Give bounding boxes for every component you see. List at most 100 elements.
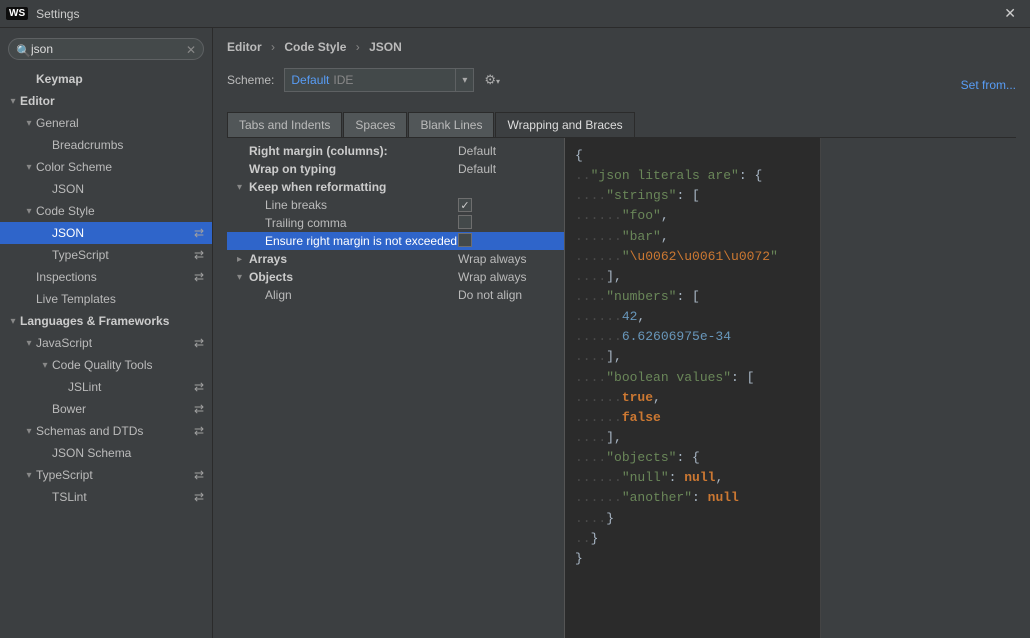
settings-tree[interactable]: Keymap▾Editor▾GeneralBreadcrumbs▾Color S… bbox=[0, 68, 212, 638]
scope-icon: ⇄ bbox=[194, 468, 204, 482]
close-icon[interactable]: ✕ bbox=[996, 3, 1024, 24]
tree-item[interactable]: ▾Languages & Frameworks bbox=[0, 310, 212, 332]
scope-icon: ⇄ bbox=[194, 380, 204, 394]
scheme-name: Default bbox=[291, 73, 329, 87]
option-row[interactable]: Right margin (columns):Default bbox=[227, 142, 564, 160]
checkbox[interactable] bbox=[458, 233, 472, 247]
chevron-down-icon[interactable]: ▾ bbox=[22, 162, 36, 173]
tab-blank-lines[interactable]: Blank Lines bbox=[408, 112, 494, 137]
chevron-down-icon[interactable]: ▾ bbox=[22, 470, 36, 481]
code-preview: { .."json literals are": { ...."strings"… bbox=[565, 138, 821, 638]
tree-item[interactable]: Keymap bbox=[0, 68, 212, 90]
chevron-right-icon: › bbox=[271, 40, 275, 54]
tree-item[interactable]: Breadcrumbs bbox=[0, 134, 212, 156]
chevron-down-icon[interactable]: ▾ bbox=[22, 426, 36, 437]
settings-content: Editor › Code Style › JSON Scheme: Defau… bbox=[213, 28, 1030, 638]
option-value: Wrap always bbox=[458, 252, 558, 266]
option-row[interactable]: ▾ObjectsWrap always bbox=[227, 268, 564, 286]
tree-label: Bower bbox=[52, 402, 86, 416]
scope-icon: ⇄ bbox=[194, 424, 204, 438]
breadcrumb-part[interactable]: Code Style bbox=[284, 40, 346, 54]
chevron-down-icon[interactable]: ▾ bbox=[22, 206, 36, 217]
tree-item[interactable]: ▾Color Scheme bbox=[0, 156, 212, 178]
option-value[interactable] bbox=[458, 198, 558, 213]
option-label: Ensure right margin is not exceeded bbox=[249, 234, 458, 248]
tree-item[interactable]: ▾General bbox=[0, 112, 212, 134]
wrapping-options[interactable]: Right margin (columns):DefaultWrap on ty… bbox=[227, 138, 565, 638]
checkbox[interactable] bbox=[458, 198, 472, 212]
option-label: Wrap on typing bbox=[249, 162, 458, 176]
chevron-down-icon[interactable]: ▾ bbox=[38, 360, 52, 371]
scheme-select[interactable]: Default IDE ▾ bbox=[284, 68, 474, 92]
breadcrumb-part[interactable]: Editor bbox=[227, 40, 262, 54]
window-title: Settings bbox=[36, 7, 996, 21]
option-row[interactable]: ▾Keep when reformatting bbox=[227, 178, 564, 196]
tree-item[interactable]: Bower ⇄ bbox=[0, 398, 212, 420]
chevron-down-icon: ▾ bbox=[237, 272, 249, 283]
chevron-down-icon: ▾ bbox=[237, 182, 249, 193]
option-value: Default bbox=[458, 162, 558, 176]
tree-item[interactable]: ▾Code Style bbox=[0, 200, 212, 222]
scheme-suffix: IDE bbox=[333, 73, 353, 87]
option-row[interactable]: Ensure right margin is not exceeded bbox=[227, 232, 564, 250]
tree-label: TypeScript bbox=[36, 468, 93, 482]
option-row[interactable]: Line breaks bbox=[227, 196, 564, 214]
settings-sidebar: 🔍 ✕ Keymap▾Editor▾GeneralBreadcrumbs▾Col… bbox=[0, 28, 213, 638]
tree-item[interactable]: Live Templates bbox=[0, 288, 212, 310]
tree-item[interactable]: Inspections⇄ bbox=[0, 266, 212, 288]
option-label: Arrays bbox=[249, 252, 458, 266]
tree-item[interactable]: ▾TypeScript ⇄ bbox=[0, 464, 212, 486]
breadcrumb: Editor › Code Style › JSON bbox=[227, 40, 1016, 54]
option-row[interactable]: AlignDo not align bbox=[227, 286, 564, 304]
option-value: Wrap always bbox=[458, 270, 558, 284]
tab-tabs-and-indents[interactable]: Tabs and Indents bbox=[227, 112, 342, 137]
option-value[interactable] bbox=[458, 233, 558, 250]
option-row[interactable]: ▸ArraysWrap always bbox=[227, 250, 564, 268]
tab-spaces[interactable]: Spaces bbox=[343, 112, 407, 137]
option-label: Objects bbox=[249, 270, 458, 284]
tree-item[interactable]: JSON bbox=[0, 178, 212, 200]
option-value[interactable] bbox=[458, 215, 558, 232]
tab-wrapping-and-braces[interactable]: Wrapping and Braces bbox=[495, 112, 634, 137]
option-label: Keep when reformatting bbox=[249, 180, 458, 194]
search-wrap: 🔍 ✕ bbox=[0, 38, 212, 68]
tree-label: Editor bbox=[20, 94, 55, 108]
chevron-down-icon[interactable]: ▾ bbox=[22, 118, 36, 129]
option-row[interactable]: Trailing comma bbox=[227, 214, 564, 232]
scope-icon: ⇄ bbox=[194, 336, 204, 350]
tree-item[interactable]: TSLint⇄ bbox=[0, 486, 212, 508]
tree-item[interactable]: ▾Code Quality Tools bbox=[0, 354, 212, 376]
scope-icon: ⇄ bbox=[194, 402, 204, 416]
tree-item[interactable]: JSON Schema bbox=[0, 442, 212, 464]
right-gutter bbox=[821, 138, 1016, 638]
chevron-down-icon[interactable]: ▾ bbox=[6, 316, 20, 327]
tree-label: JSON bbox=[52, 182, 84, 196]
clear-search-icon[interactable]: ✕ bbox=[186, 43, 196, 57]
search-icon: 🔍 bbox=[16, 44, 31, 58]
chevron-down-icon[interactable]: ▾ bbox=[22, 338, 36, 349]
chevron-right-icon: › bbox=[356, 40, 360, 54]
chevron-right-icon: ▸ bbox=[237, 254, 249, 265]
tree-item[interactable]: ▾Schemas and DTDs⇄ bbox=[0, 420, 212, 442]
option-row[interactable]: Wrap on typingDefault bbox=[227, 160, 564, 178]
tree-item[interactable]: ▾Editor bbox=[0, 90, 212, 112]
tree-label: TypeScript bbox=[52, 248, 109, 262]
gear-icon[interactable]: ⚙▾ bbox=[484, 72, 500, 88]
checkbox[interactable] bbox=[458, 215, 472, 229]
tree-label: Breadcrumbs bbox=[52, 138, 123, 152]
tree-label: TSLint bbox=[52, 490, 87, 504]
chevron-down-icon[interactable]: ▾ bbox=[6, 96, 20, 107]
tree-item[interactable]: JSON⇄ bbox=[0, 222, 212, 244]
tree-item[interactable]: JSLint⇄ bbox=[0, 376, 212, 398]
scheme-row: Scheme: Default IDE ▾ ⚙▾ Set from... bbox=[227, 68, 1016, 92]
tree-item[interactable]: TypeScript ⇄ bbox=[0, 244, 212, 266]
tree-label: Languages & Frameworks bbox=[20, 314, 169, 328]
scope-icon: ⇄ bbox=[194, 248, 204, 262]
chevron-down-icon[interactable]: ▾ bbox=[455, 69, 467, 91]
scope-icon: ⇄ bbox=[194, 270, 204, 284]
title-bar: WS Settings ✕ bbox=[0, 0, 1030, 28]
tree-item[interactable]: ▾JavaScript⇄ bbox=[0, 332, 212, 354]
set-from-link[interactable]: Set from... bbox=[961, 78, 1016, 92]
tree-label: JSON Schema bbox=[52, 446, 131, 460]
search-input[interactable] bbox=[8, 38, 204, 60]
